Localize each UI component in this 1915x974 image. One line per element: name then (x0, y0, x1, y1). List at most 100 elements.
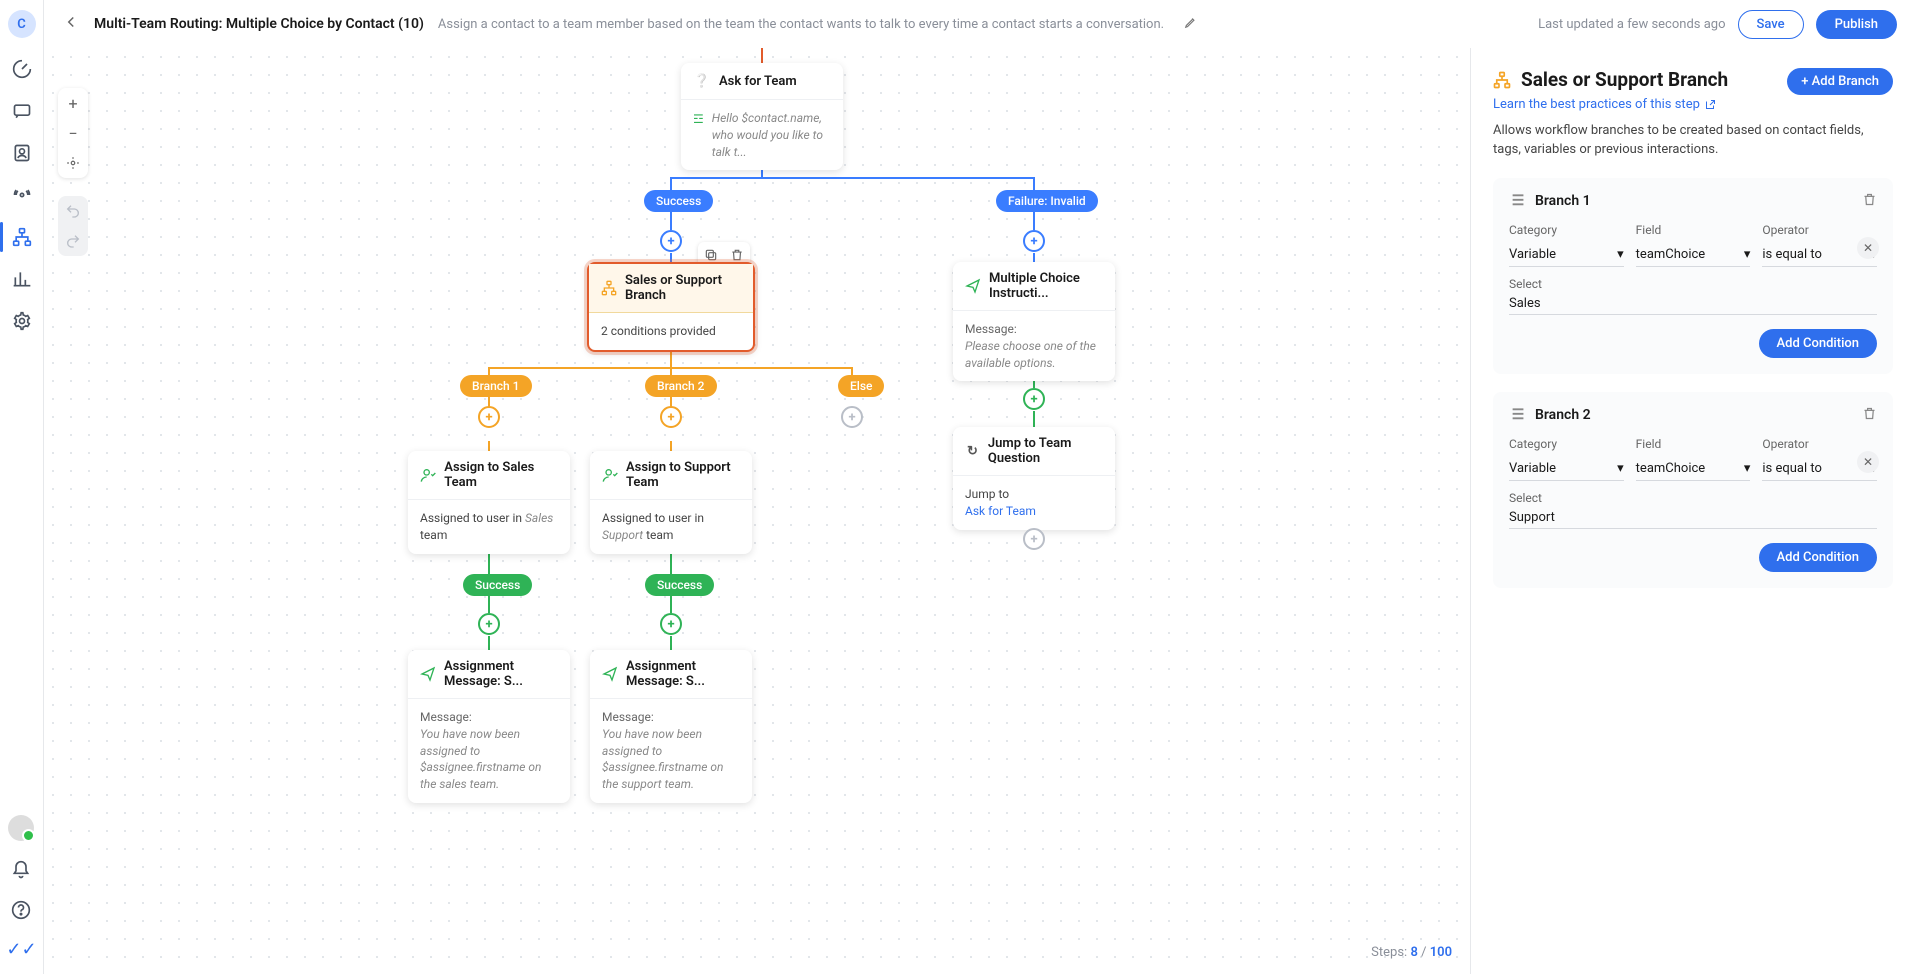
panel-title: Sales or Support Branch (1521, 68, 1728, 91)
branch-icon (601, 279, 617, 297)
add-step-button[interactable]: + (478, 613, 500, 635)
remove-condition-icon[interactable]: ✕ (1857, 451, 1879, 473)
broadcast-icon[interactable] (11, 184, 33, 206)
add-step-button[interactable]: + (660, 406, 682, 428)
redo-button[interactable] (58, 226, 88, 256)
value-input[interactable]: Sales (1509, 291, 1877, 315)
message-text: Please choose one of the available optio… (965, 339, 1096, 370)
edge-label-else: Else (838, 375, 884, 397)
node-title: Jump to Team Question (988, 436, 1103, 466)
node-title: Assign to Support Team (626, 460, 740, 490)
add-step-button[interactable]: + (660, 613, 682, 635)
send-icon (602, 665, 618, 683)
edge-label-success: Success (645, 574, 714, 596)
publish-button[interactable]: Publish (1816, 10, 1897, 39)
zoom-controls: + − (58, 88, 88, 178)
question-icon: ❔ (693, 72, 711, 90)
jump-label: Jump to (965, 486, 1103, 503)
add-condition-button[interactable]: Add Condition (1759, 543, 1878, 572)
value-input[interactable]: Support (1509, 505, 1877, 529)
user-avatar[interactable] (8, 815, 34, 841)
node-title: Sales or Support Branch (625, 273, 741, 303)
edge-label-branch2: Branch 2 (645, 375, 717, 397)
operator-label: Operator (1762, 223, 1877, 237)
zoom-in-button[interactable]: + (58, 88, 88, 118)
category-select[interactable]: Variable▾ (1509, 455, 1624, 481)
edge-label-branch1: Branch 1 (460, 375, 532, 397)
chevron-down-icon: ▾ (1617, 247, 1624, 262)
delete-branch-icon[interactable] (1862, 406, 1877, 425)
node-body-text: Hello $contact.name, who would you like … (712, 110, 831, 160)
send-icon (965, 277, 981, 295)
messages-icon[interactable] (11, 100, 33, 122)
branch-icon (1493, 71, 1511, 89)
add-condition-button[interactable]: Add Condition (1759, 329, 1878, 358)
learn-link-text: Learn the best practices of this step (1493, 97, 1700, 112)
field-label: Field (1636, 437, 1751, 451)
chevron-down-icon: ▾ (1744, 461, 1751, 476)
node-assignment-message-support[interactable]: Assignment Message: S... Message: You ha… (590, 650, 752, 803)
jump-icon: ↻ (965, 442, 980, 460)
message-label: Message: (420, 709, 558, 726)
node-title: Ask for Team (719, 74, 797, 89)
top-bar: Multi-Team Routing: Multiple Choice by C… (44, 0, 1915, 48)
dashboard-icon[interactable] (11, 58, 33, 80)
steps-prefix: Steps: (1371, 945, 1407, 960)
zoom-center-button[interactable] (58, 148, 88, 178)
value-label: Select (1509, 491, 1877, 505)
settings-icon[interactable] (11, 310, 33, 332)
undo-button[interactable] (58, 196, 88, 226)
save-button[interactable]: Save (1738, 10, 1804, 39)
field-select[interactable]: teamChoice▾ (1636, 455, 1751, 481)
node-ask-for-team[interactable]: ❔ Ask for Team ☲ Hello $contact.name, who… (681, 63, 843, 170)
branch-card: ☰ Branch 1 Category Variable▾ Field team… (1493, 178, 1893, 374)
contacts-icon[interactable] (11, 142, 33, 164)
add-step-button[interactable]: + (1023, 230, 1045, 252)
node-jump-to-team-question[interactable]: ↻ Jump to Team Question Jump to Ask for T… (953, 427, 1115, 530)
drag-handle-icon[interactable]: ☰ (1509, 192, 1527, 210)
add-step-button[interactable]: + (841, 406, 863, 428)
node-multiple-choice-instructions[interactable]: Multiple Choice Instructi... Message: Pl… (953, 262, 1115, 381)
steps-used: 8 (1410, 945, 1417, 960)
message-text: You have now been assigned to $assignee.… (420, 727, 541, 791)
connectors-svg (44, 48, 1470, 974)
list-icon: ☲ (693, 110, 704, 128)
field-select[interactable]: teamChoice▾ (1636, 241, 1751, 267)
node-assign-support-team[interactable]: Assign to Support Team Assigned to user … (590, 451, 752, 554)
jump-target-link[interactable]: Ask for Team (965, 503, 1103, 520)
steps-sep: / (1421, 945, 1426, 960)
last-updated-text: Last updated a few seconds ago (1538, 17, 1725, 32)
category-select[interactable]: Variable▾ (1509, 241, 1624, 267)
zoom-out-button[interactable]: − (58, 118, 88, 148)
edit-title-icon[interactable] (1184, 15, 1198, 33)
node-title: Assignment Message: S... (626, 659, 740, 689)
reports-icon[interactable] (11, 268, 33, 290)
workspace-avatar[interactable]: C (8, 10, 36, 38)
node-assignment-message-sales[interactable]: Assignment Message: S... Message: You ha… (408, 650, 570, 803)
help-icon[interactable] (10, 899, 32, 921)
left-nav-rail: C ✓✓ (0, 0, 44, 974)
message-label: Message: (965, 321, 1103, 338)
add-step-button[interactable]: + (660, 230, 682, 252)
add-step-button[interactable]: + (1023, 388, 1045, 410)
assign-icon (420, 466, 436, 484)
node-title: Assignment Message: S... (444, 659, 558, 689)
remove-condition-icon[interactable]: ✕ (1857, 237, 1879, 259)
add-step-button[interactable]: + (478, 406, 500, 428)
value-label: Select (1509, 277, 1877, 291)
notifications-icon[interactable] (10, 859, 32, 881)
node-assign-sales-team[interactable]: Assign to Sales Team Assigned to user in… (408, 451, 570, 554)
add-step-button[interactable]: + (1023, 528, 1045, 550)
add-branch-button[interactable]: + Add Branch (1787, 68, 1893, 95)
workflows-icon[interactable] (11, 226, 33, 248)
operator-label: Operator (1762, 437, 1877, 451)
workflow-title: Multi-Team Routing: Multiple Choice by C… (94, 16, 424, 32)
delete-branch-icon[interactable] (1862, 192, 1877, 211)
steps-total: 100 (1430, 945, 1452, 960)
category-label: Category (1509, 437, 1624, 451)
workflow-canvas[interactable]: + − ❔ Ask for Team ☲ Hello $contact.name,… (44, 48, 1470, 974)
node-sales-or-support-branch[interactable]: Sales or Support Branch 2 conditions pro… (587, 262, 755, 352)
drag-handle-icon[interactable]: ☰ (1509, 406, 1527, 424)
back-arrow-icon[interactable] (62, 13, 80, 35)
learn-best-practices-link[interactable]: Learn the best practices of this step (1493, 97, 1716, 112)
